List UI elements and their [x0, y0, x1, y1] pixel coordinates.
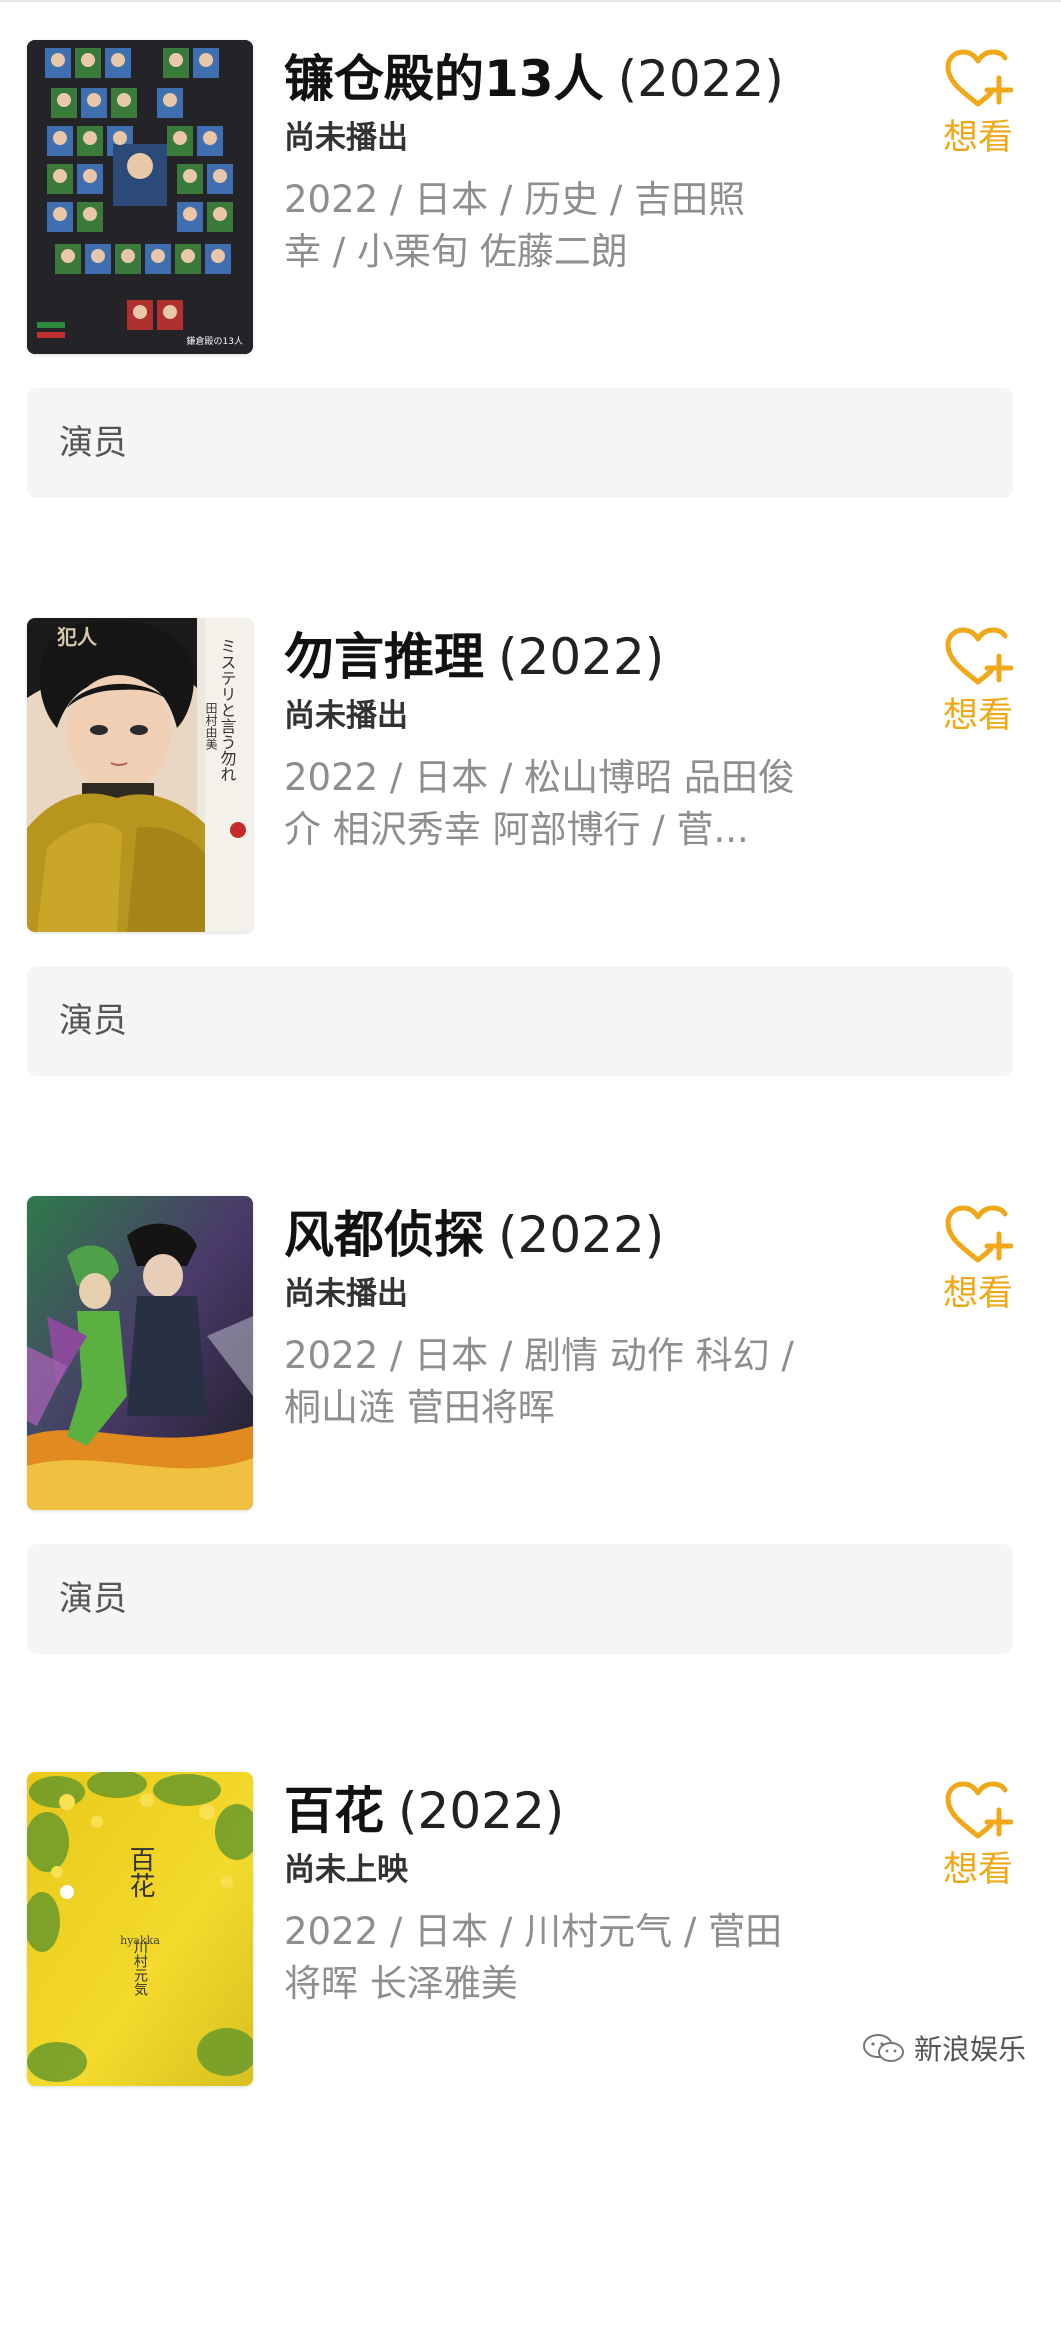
- movie-meta: 2022 / 日本 / 松山博昭 品田俊 介 相沢秀幸 阿部博行 / 菅...: [284, 752, 824, 856]
- heart-plus-icon: [945, 49, 1013, 107]
- top-divider: [0, 0, 1061, 2]
- poster-hyakka-title: 百花: [125, 1846, 155, 1898]
- poster-hyakka[interactable]: 百花 hyakka 川村元気: [27, 1772, 253, 2086]
- watermark-text: 新浪娱乐: [913, 2033, 1026, 2066]
- actors-label: 演员: [59, 423, 127, 463]
- title-line[interactable]: 百花 (2022): [284, 1776, 824, 1846]
- movie-title[interactable]: 勿言推理: [284, 628, 484, 686]
- poster-mystery-side-text: ミステリと言う勿れ: [218, 638, 237, 782]
- meta-line-1: 2022 / 日本 / 历史 / 吉田照: [284, 178, 746, 221]
- want-to-watch-label: 想看: [942, 1274, 1013, 1314]
- movie-meta: 2022 / 日本 / 川村元气 / 菅田 将晖 长泽雅美: [284, 1906, 824, 2010]
- poster-fuuto-pi[interactable]: [27, 1196, 253, 1510]
- release-status: 尚未上映: [284, 1852, 408, 1888]
- movie-year: (2022): [617, 50, 784, 108]
- movie-title[interactable]: 镰仓殿的13人: [284, 50, 604, 108]
- movie-entry-fuuto-pi[interactable]: 风都侦探 (2022) 尚未播出 2022 / 日本 / 剧情 动作 科幻 / 桐…: [0, 1196, 1061, 1756]
- movie-year: (2022): [498, 628, 665, 686]
- meta-line-2: 幸 / 小栗旬 佐藤二朗: [284, 230, 628, 273]
- poster-mystery-top-text: 犯人: [56, 625, 98, 649]
- want-to-watch-label: 想看: [942, 696, 1013, 736]
- movie-title[interactable]: 风都侦探: [284, 1206, 484, 1264]
- movie-year: (2022): [498, 1206, 665, 1264]
- poster-kamakura-image: 鎌倉殿の13人: [27, 40, 253, 354]
- movie-meta: 2022 / 日本 / 历史 / 吉田照 幸 / 小栗旬 佐藤二朗: [284, 174, 824, 278]
- meta-line-1: 2022 / 日本 / 松山博昭 品田俊: [284, 756, 795, 799]
- poster-kamakura-corner-text: 鎌倉殿の13人: [187, 335, 243, 347]
- actors-bar[interactable]: 演员: [27, 1544, 1013, 1654]
- info-fuuto: 风都侦探 (2022) 尚未播出 2022 / 日本 / 剧情 动作 科幻 / 桐…: [284, 1196, 824, 1434]
- actors-label: 演员: [59, 1001, 127, 1041]
- poster-hyakka-image: 百花 hyakka 川村元気: [27, 1772, 253, 2086]
- watermark: 新浪娱乐: [862, 2028, 1026, 2068]
- heart-plus-icon: [945, 627, 1013, 685]
- movie-entry-dont-call-it-mystery[interactable]: 犯人 ミステリと言う勿れ 田村由美 勿言推理 (2022) 尚未播出 2022 /…: [0, 618, 1061, 1178]
- heart-plus-icon: [945, 1781, 1013, 1839]
- poster-kamakura[interactable]: 鎌倉殿の13人: [27, 40, 253, 354]
- movie-meta: 2022 / 日本 / 剧情 动作 科幻 / 桐山涟 菅田将晖: [284, 1330, 824, 1434]
- poster-dont-call-it-mystery[interactable]: 犯人 ミステリと言う勿れ 田村由美: [27, 618, 253, 932]
- meta-line-1: 2022 / 日本 / 剧情 动作 科幻 /: [284, 1334, 794, 1377]
- info-kamakura: 镰仓殿的13人 (2022) 尚未播出 2022 / 日本 / 历史 / 吉田照 …: [284, 40, 824, 278]
- poster-fuuto-image: [27, 1196, 253, 1510]
- release-status: 尚未播出: [284, 1276, 408, 1312]
- movie-entry-kamakura[interactable]: 鎌倉殿の13人 镰仓殿的13人 (2022) 尚未播出 2022 / 日本 / 历…: [0, 40, 1061, 600]
- poster-hyakka-author: 川村元気: [132, 1940, 148, 1997]
- release-status: 尚未播出: [284, 120, 408, 156]
- info-mystery: 勿言推理 (2022) 尚未播出 2022 / 日本 / 松山博昭 品田俊 介 相…: [284, 618, 824, 856]
- release-status: 尚未播出: [284, 698, 408, 734]
- title-line[interactable]: 勿言推理 (2022): [284, 622, 824, 692]
- heart-plus-icon: [945, 1205, 1013, 1263]
- want-to-watch-label: 想看: [942, 118, 1013, 158]
- want-to-watch-button[interactable]: 想看: [936, 1772, 1020, 1892]
- meta-line-2: 将晖 长泽雅美: [284, 1962, 518, 2005]
- title-line[interactable]: 镰仓殿的13人 (2022): [284, 44, 824, 114]
- meta-line-1: 2022 / 日本 / 川村元气 / 菅田: [284, 1910, 783, 1953]
- want-to-watch-button[interactable]: 想看: [936, 1196, 1020, 1316]
- actors-label: 演员: [59, 1579, 127, 1619]
- movie-year: (2022): [398, 1782, 565, 1840]
- meta-line-2: 桐山涟 菅田将晖: [284, 1386, 555, 1429]
- poster-mystery-image: 犯人 ミステリと言う勿れ 田村由美: [27, 618, 253, 932]
- want-to-watch-button[interactable]: 想看: [936, 618, 1020, 738]
- actors-bar[interactable]: 演员: [27, 388, 1013, 498]
- actors-bar[interactable]: 演员: [27, 966, 1013, 1076]
- title-line[interactable]: 风都侦探 (2022): [284, 1200, 824, 1270]
- want-to-watch-label: 想看: [942, 1850, 1013, 1890]
- movie-title[interactable]: 百花: [284, 1782, 384, 1840]
- meta-line-2: 介 相沢秀幸 阿部博行 / 菅...: [284, 808, 749, 851]
- poster-mystery-author: 田村由美: [204, 702, 218, 750]
- wechat-icon: [862, 2034, 904, 2062]
- info-hyakka: 百花 (2022) 尚未上映 2022 / 日本 / 川村元气 / 菅田 将晖 长…: [284, 1772, 824, 2010]
- want-to-watch-button[interactable]: 想看: [936, 40, 1020, 160]
